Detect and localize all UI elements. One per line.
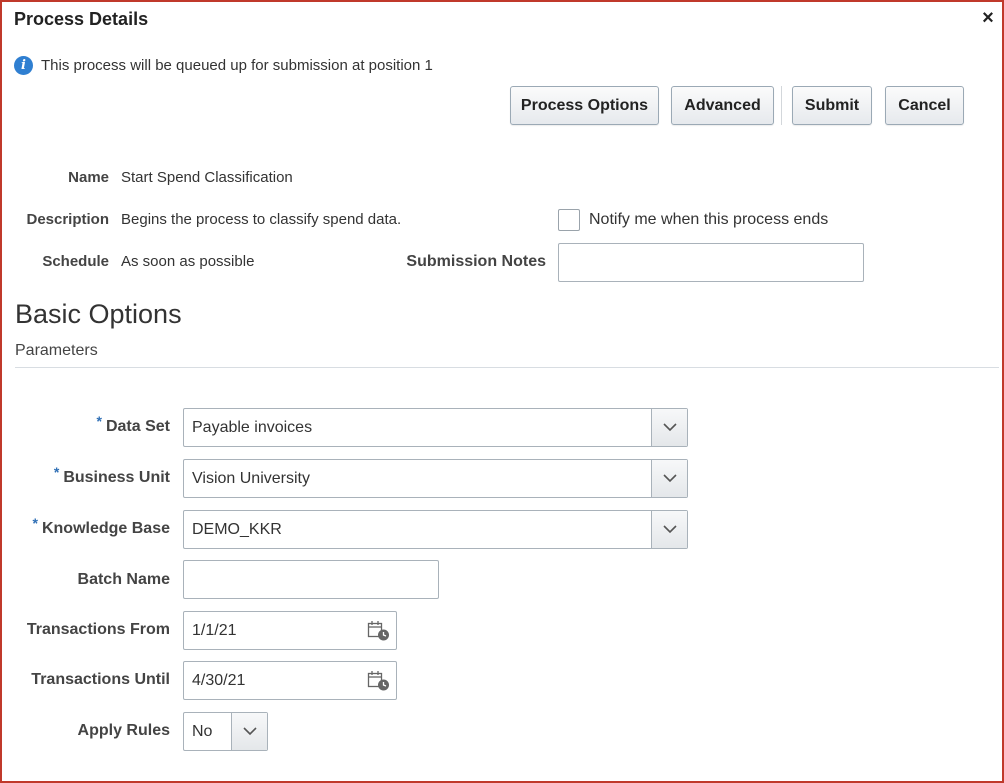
transactions-until-value: 4/30/21 bbox=[192, 671, 246, 689]
parameters-subtitle: Parameters bbox=[15, 342, 98, 359]
apply-rules-value: No bbox=[192, 722, 213, 740]
knowledge-base-select[interactable]: DEMO_KKR bbox=[183, 510, 688, 549]
required-star: * bbox=[32, 515, 38, 531]
calendar-icon[interactable] bbox=[362, 666, 396, 696]
data-set-label: * Data Set bbox=[96, 413, 170, 435]
process-options-button[interactable]: Process Options bbox=[510, 86, 659, 125]
transactions-until-label: Transactions Until bbox=[31, 671, 170, 688]
notify-checkbox[interactable] bbox=[558, 209, 580, 231]
chevron-down-icon[interactable] bbox=[651, 511, 687, 548]
name-label: Name bbox=[68, 169, 109, 186]
data-set-value: Payable invoices bbox=[192, 418, 313, 436]
required-star: * bbox=[96, 413, 102, 429]
info-message-text: This process will be queued up for submi… bbox=[41, 56, 433, 74]
schedule-label: Schedule bbox=[42, 253, 109, 270]
submission-notes-label: Submission Notes bbox=[406, 253, 546, 270]
advanced-button[interactable]: Advanced bbox=[671, 86, 774, 125]
chevron-down-icon[interactable] bbox=[231, 713, 267, 750]
info-icon: i bbox=[14, 55, 33, 75]
transactions-from-label: Transactions From bbox=[26, 621, 170, 638]
required-star: * bbox=[53, 464, 60, 480]
business-unit-label: * Business Unit bbox=[53, 464, 170, 486]
dialog-title: Process Details bbox=[14, 9, 149, 29]
info-message: i This process will be queued up for sub… bbox=[14, 55, 433, 75]
business-unit-value: Vision University bbox=[192, 469, 310, 487]
submit-button[interactable]: Submit bbox=[792, 86, 872, 125]
section-title: Basic Options bbox=[15, 299, 182, 329]
transactions-from-input[interactable]: 1/1/21 bbox=[183, 611, 397, 650]
close-icon[interactable]: × bbox=[978, 8, 998, 28]
cancel-button[interactable]: Cancel bbox=[885, 86, 964, 125]
data-set-select[interactable]: Payable invoices bbox=[183, 408, 688, 447]
process-details-dialog: Process Details × i This process will be… bbox=[0, 0, 1004, 783]
batch-name-input[interactable] bbox=[183, 560, 439, 599]
apply-rules-label: Apply Rules bbox=[77, 722, 170, 739]
button-divider bbox=[781, 86, 782, 125]
knowledge-base-value: DEMO_KKR bbox=[192, 520, 282, 538]
transactions-from-value: 1/1/21 bbox=[192, 621, 237, 639]
description-value: Begins the process to classify spend dat… bbox=[121, 211, 402, 228]
apply-rules-select[interactable]: No bbox=[183, 712, 268, 751]
submission-notes-input[interactable] bbox=[558, 243, 864, 282]
chevron-down-icon[interactable] bbox=[651, 460, 687, 497]
notify-label: Notify me when this process ends bbox=[589, 211, 829, 228]
calendar-icon[interactable] bbox=[362, 616, 396, 646]
transactions-until-input[interactable]: 4/30/21 bbox=[183, 661, 397, 700]
section-divider bbox=[15, 367, 999, 368]
description-label: Description bbox=[26, 211, 109, 228]
chevron-down-icon[interactable] bbox=[651, 409, 687, 446]
name-value: Start Spend Classification bbox=[121, 169, 293, 186]
batch-name-label: Batch Name bbox=[77, 571, 170, 588]
knowledge-base-label: * Knowledge Base bbox=[32, 515, 170, 537]
business-unit-select[interactable]: Vision University bbox=[183, 459, 688, 498]
schedule-value: As soon as possible bbox=[121, 253, 255, 270]
